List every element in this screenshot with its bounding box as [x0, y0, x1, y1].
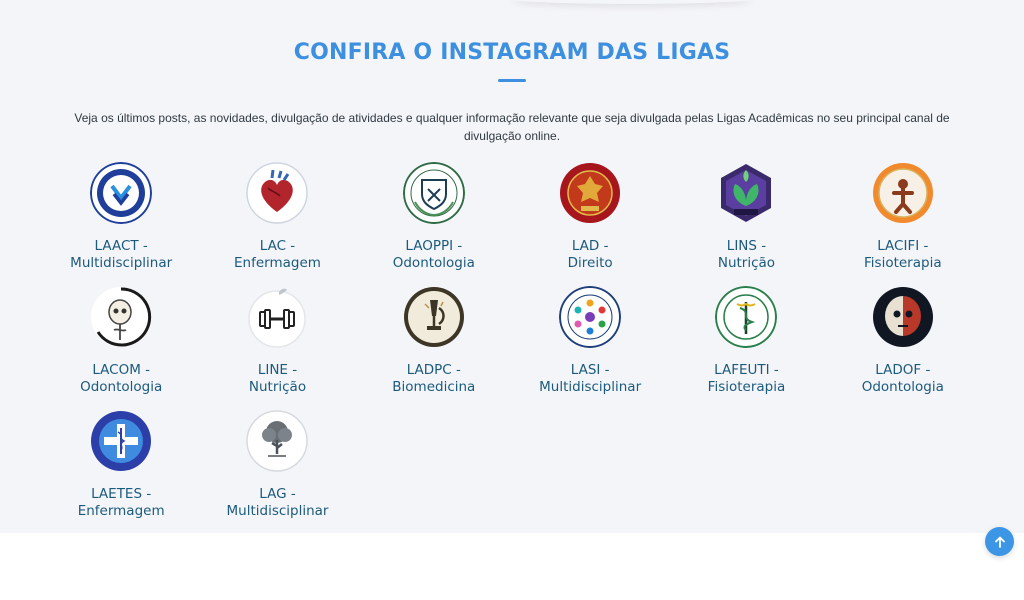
league-label[interactable]: LINS - Nutrição [718, 238, 775, 272]
league-name: LADPC - [406, 362, 461, 378]
lins-leaf-logo-icon[interactable] [715, 162, 777, 224]
lacom-skull-logo-icon[interactable] [90, 286, 152, 348]
league-label[interactable]: LINE - Nutrição [249, 362, 306, 396]
laetes-logo-icon[interactable] [90, 410, 152, 472]
league-name: LAOPPI - [405, 238, 463, 254]
lad-logo-icon[interactable] [559, 162, 621, 224]
league-name: LAETES - [91, 486, 152, 502]
league-card-lasi[interactable]: LASI - Multidisciplinar [512, 286, 668, 410]
league-card-lacifi[interactable]: LACIFI - Fisioterapia [825, 162, 981, 286]
league-card-lafeuti[interactable]: LAFEUTI - Fisioterapia [668, 286, 824, 410]
league-label[interactable]: LACIFI - Fisioterapia [864, 238, 942, 272]
league-name: LADOF - [875, 362, 931, 378]
leagues-grid: LAACT - Multidisciplinar LAC - Enfermage… [43, 162, 981, 534]
laact-logo-icon[interactable] [90, 162, 153, 224]
league-label[interactable]: LAOPPI - Odontologia [393, 238, 475, 272]
section-title: CONFIRA O INSTAGRAM DAS LIGAS [293, 40, 731, 65]
top-divider-shadow [512, 0, 752, 4]
league-label[interactable]: LASI - Multidisciplinar [539, 362, 641, 396]
lafeuti-logo-icon[interactable] [715, 286, 778, 348]
ladpc-microscope-logo-icon[interactable] [403, 286, 465, 348]
league-area: Odontologia [80, 379, 163, 395]
league-area: Multidisciplinar [226, 503, 329, 519]
league-name: LACOM - [92, 362, 151, 378]
league-label[interactable]: LADOF - Odontologia [862, 362, 944, 396]
league-card-laoppi[interactable]: LAOPPI - Odontologia [356, 162, 512, 286]
lac-heart-logo-icon[interactable] [246, 162, 309, 224]
league-area: Odontologia [392, 255, 475, 271]
league-card-laetes[interactable]: LAETES - Enfermagem [43, 410, 199, 534]
league-card-lag[interactable]: LAG - Multidisciplinar [199, 410, 355, 534]
league-name: LACIFI - [877, 238, 929, 254]
league-name: LINS - [726, 238, 767, 254]
league-area: Nutrição [717, 255, 776, 271]
league-label[interactable]: LADPC - Biomedicina [392, 362, 475, 396]
league-name: LAC - [259, 238, 296, 254]
league-area: Direito [567, 255, 613, 271]
league-area: Multidisciplinar [70, 255, 173, 271]
ladof-skull-logo-icon[interactable] [872, 286, 934, 348]
laoppi-logo-icon[interactable] [402, 162, 465, 224]
league-card-ladpc[interactable]: LADPC - Biomedicina [356, 286, 512, 410]
line-dumbbell-logo-icon[interactable] [246, 286, 308, 348]
instagram-leagues-section: CONFIRA O INSTAGRAM DAS LIGAS Veja os úl… [0, 0, 1024, 533]
lasi-logo-icon[interactable] [559, 286, 622, 348]
league-area: Enfermagem [77, 503, 165, 519]
title-underline [498, 79, 526, 82]
lag-tree-logo-icon[interactable] [246, 410, 309, 472]
league-name: LAFEUTI - [714, 362, 779, 378]
league-label[interactable]: LAC - Enfermagem [234, 238, 321, 272]
lacifi-logo-icon[interactable] [872, 162, 934, 224]
league-label[interactable]: LAACT - Multidisciplinar [70, 238, 172, 272]
league-label[interactable]: LAFEUTI - Fisioterapia [708, 362, 786, 396]
league-card-lins[interactable]: LINS - Nutrição [668, 162, 824, 286]
league-name: LAD - [571, 238, 609, 254]
league-card-ladof[interactable]: LADOF - Odontologia [825, 286, 981, 410]
league-card-laact[interactable]: LAACT - Multidisciplinar [43, 162, 199, 286]
league-card-line[interactable]: LINE - Nutrição [199, 286, 355, 410]
league-label[interactable]: LACOM - Odontologia [80, 362, 162, 396]
league-card-lac[interactable]: LAC - Enfermagem [199, 162, 355, 286]
league-area: Multidisciplinar [539, 379, 642, 395]
league-label[interactable]: LAD - Direito [568, 238, 613, 272]
league-area: Enfermagem [234, 255, 321, 271]
league-name: LASI - [570, 362, 610, 378]
league-area: Fisioterapia [707, 379, 786, 395]
league-label[interactable]: LAG - Multidisciplinar [227, 486, 329, 520]
league-name: LAACT - [94, 238, 148, 254]
scroll-to-top-button[interactable] [985, 527, 1014, 556]
league-area: Nutrição [248, 379, 307, 395]
league-card-lad[interactable]: LAD - Direito [512, 162, 668, 286]
league-label[interactable]: LAETES - Enfermagem [78, 486, 165, 520]
league-area: Biomedicina [392, 379, 476, 395]
arrow-up-icon [994, 536, 1005, 548]
league-name: LAG - [259, 486, 296, 502]
league-area: Fisioterapia [864, 255, 942, 271]
league-card-lacom[interactable]: LACOM - Odontologia [43, 286, 199, 410]
section-description: Veja os últimos posts, as novidades, div… [74, 111, 950, 143]
league-area: Odontologia [861, 379, 944, 395]
league-name: LINE - [257, 362, 298, 378]
